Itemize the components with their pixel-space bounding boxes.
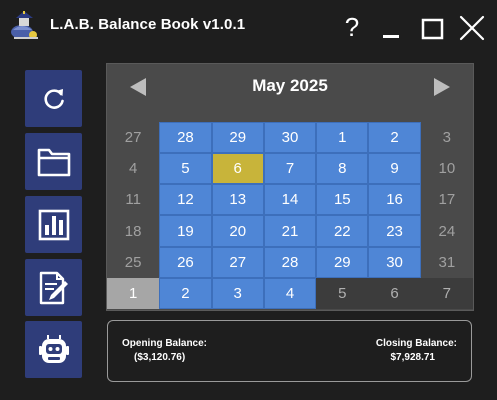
calendar-day[interactable]: 7 bbox=[263, 153, 317, 185]
calendar-header: May 2025 bbox=[107, 64, 473, 122]
app-window: L.A.B. Balance Book v1.0.1 ? May 2025 27… bbox=[0, 0, 497, 400]
calendar-day[interactable]: 23 bbox=[368, 215, 421, 247]
calendar-day[interactable]: 29 bbox=[211, 122, 264, 154]
calendar-day[interactable]: 9 bbox=[368, 153, 421, 185]
calendar-day[interactable]: 22 bbox=[316, 215, 369, 247]
balance-summary-panel: Opening Balance: ($3,120.76) Closing Bal… bbox=[107, 320, 472, 382]
calendar-day[interactable]: 11 bbox=[107, 184, 159, 215]
calendar-day[interactable]: 10 bbox=[421, 153, 473, 184]
calendar-grid: 27 28 29 30 1 2 3 4 5 6 7 8 9 10 11 12 1… bbox=[107, 122, 473, 309]
calendar-day[interactable]: 21 bbox=[263, 215, 317, 247]
calendar-day[interactable]: 3 bbox=[421, 122, 473, 153]
robot-icon bbox=[38, 334, 69, 363]
calendar-day[interactable]: 2 bbox=[368, 122, 421, 154]
calendar-day[interactable]: 28 bbox=[263, 246, 317, 278]
sidebar-assistant-button[interactable] bbox=[25, 321, 82, 378]
sidebar-open-folder-button[interactable] bbox=[25, 133, 82, 190]
title-bar: L.A.B. Balance Book v1.0.1 ? bbox=[0, 0, 497, 54]
calendar-day[interactable]: 17 bbox=[421, 184, 473, 215]
calendar-day-selected[interactable]: 6 bbox=[211, 153, 264, 185]
maximize-icon bbox=[421, 18, 444, 40]
calendar-day[interactable]: 20 bbox=[211, 215, 264, 247]
calendar-day[interactable]: 14 bbox=[263, 184, 317, 216]
opening-balance-label: Opening Balance: bbox=[122, 338, 208, 349]
sidebar-edit-button[interactable] bbox=[25, 259, 82, 316]
calendar-day[interactable]: 29 bbox=[316, 246, 369, 278]
calendar-day[interactable]: 5 bbox=[159, 153, 212, 185]
opening-balance: Opening Balance: ($3,120.76) bbox=[122, 337, 207, 365]
next-month-button[interactable] bbox=[431, 76, 453, 98]
maximize-button[interactable] bbox=[416, 10, 448, 44]
calendar-day[interactable]: 13 bbox=[211, 184, 264, 216]
closing-balance-label: Closing Balance: bbox=[375, 338, 457, 349]
calendar-day[interactable]: 30 bbox=[368, 246, 421, 278]
calendar-day[interactable]: 4 bbox=[263, 277, 317, 309]
calendar-day[interactable]: 25 bbox=[107, 247, 159, 278]
calendar-day[interactable]: 1 bbox=[107, 277, 160, 309]
calendar-day[interactable]: 12 bbox=[159, 184, 212, 216]
folder-icon bbox=[37, 148, 70, 176]
calendar-day[interactable]: 16 bbox=[368, 184, 421, 216]
minimize-icon bbox=[383, 35, 399, 38]
triangle-right-icon bbox=[434, 78, 450, 96]
calendar-day[interactable]: 30 bbox=[263, 122, 317, 154]
calendar-day[interactable]: 1 bbox=[316, 122, 369, 154]
calendar-day[interactable]: 7 bbox=[420, 277, 473, 309]
calendar: May 2025 27 28 29 30 1 2 3 4 5 6 7 8 9 1… bbox=[106, 63, 474, 311]
sidebar-reports-button[interactable] bbox=[25, 196, 82, 253]
closing-balance-value: $7,928.71 bbox=[390, 352, 436, 363]
bar-chart-icon bbox=[38, 209, 69, 240]
calendar-day[interactable]: 27 bbox=[211, 246, 264, 278]
calendar-day[interactable]: 28 bbox=[159, 122, 212, 154]
calendar-day[interactable]: 27 bbox=[107, 122, 159, 153]
help-button[interactable]: ? bbox=[336, 10, 368, 44]
calendar-day[interactable]: 4 bbox=[107, 153, 159, 184]
close-button[interactable] bbox=[456, 10, 488, 44]
calendar-day[interactable]: 26 bbox=[159, 246, 212, 278]
app-logo-icon bbox=[11, 11, 38, 39]
help-icon: ? bbox=[344, 12, 360, 42]
calendar-day[interactable]: 18 bbox=[107, 215, 159, 246]
closing-balance: Closing Balance: $7,928.71 bbox=[376, 337, 457, 365]
calendar-day[interactable]: 5 bbox=[316, 277, 369, 309]
refresh-icon bbox=[43, 88, 64, 109]
calendar-day[interactable]: 3 bbox=[211, 277, 264, 309]
calendar-day[interactable]: 24 bbox=[421, 215, 473, 246]
calendar-day[interactable]: 2 bbox=[159, 277, 212, 309]
calendar-day[interactable]: 31 bbox=[421, 247, 473, 278]
calendar-day[interactable]: 19 bbox=[159, 215, 212, 247]
edit-document-icon bbox=[39, 271, 68, 304]
calendar-day[interactable]: 6 bbox=[368, 277, 421, 309]
sidebar-refresh-button[interactable] bbox=[25, 70, 82, 127]
window-title: L.A.B. Balance Book v1.0.1 bbox=[50, 16, 246, 33]
opening-balance-value: ($3,120.76) bbox=[134, 352, 186, 363]
month-label: May 2025 bbox=[252, 76, 328, 95]
calendar-day[interactable]: 8 bbox=[316, 153, 369, 185]
close-icon bbox=[459, 15, 485, 41]
minimize-button[interactable] bbox=[376, 10, 408, 44]
calendar-day[interactable]: 15 bbox=[316, 184, 369, 216]
